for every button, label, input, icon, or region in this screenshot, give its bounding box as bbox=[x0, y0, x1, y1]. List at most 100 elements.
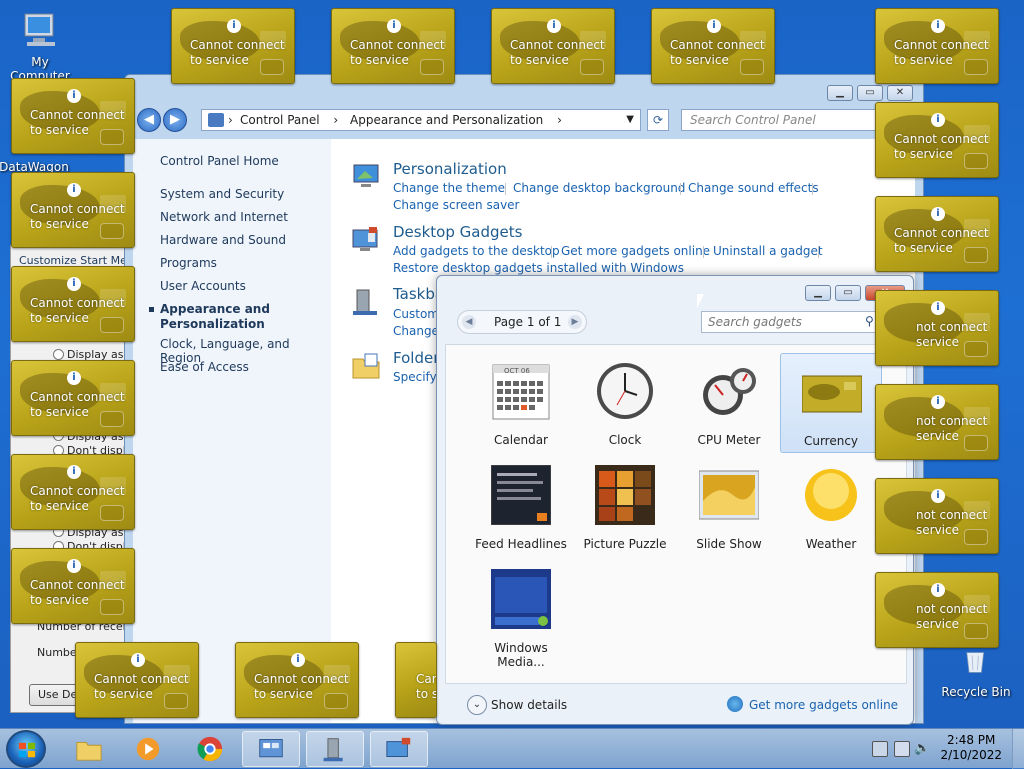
currency-gadget[interactable]: Canto s bbox=[395, 642, 437, 718]
gadget-windows-media-center[interactable]: Windows Media... bbox=[470, 561, 572, 669]
info-icon[interactable]: i bbox=[291, 653, 305, 667]
currency-gadget[interactable]: i not connect service bbox=[875, 290, 999, 366]
currency-gadget[interactable]: i not connect service bbox=[875, 478, 999, 554]
gadget-picture-puzzle[interactable]: Picture Puzzle bbox=[574, 457, 676, 557]
link-customize[interactable]: Customi bbox=[393, 307, 442, 321]
breadcrumb-control-panel[interactable]: Control Panel bbox=[240, 113, 320, 127]
back-button[interactable]: ◀ bbox=[137, 108, 161, 132]
link-change-theme[interactable]: Change the theme bbox=[393, 181, 505, 195]
breadcrumb-appearance[interactable]: Appearance and Personalization bbox=[350, 113, 543, 127]
info-icon[interactable]: i bbox=[931, 301, 945, 315]
link-change-desktop-background[interactable]: Change desktop background bbox=[513, 181, 685, 195]
next-page-icon[interactable]: ▶ bbox=[568, 315, 582, 329]
sidebar-item-hardware[interactable]: Hardware and Sound bbox=[160, 233, 286, 247]
gadget-slide-show[interactable]: Slide Show bbox=[678, 457, 780, 557]
sidebar-item-home[interactable]: Control Panel Home bbox=[160, 154, 279, 168]
link-restore-gadgets[interactable]: Restore desktop gadgets installed with W… bbox=[393, 261, 684, 275]
currency-gadget[interactable]: i Cannot connect to service bbox=[11, 78, 135, 154]
info-icon[interactable]: i bbox=[707, 19, 721, 33]
info-icon[interactable]: i bbox=[547, 19, 561, 33]
address-bar[interactable]: › Control Panel › Appearance and Persona… bbox=[201, 109, 641, 131]
currency-gadget[interactable]: i not connect service bbox=[875, 572, 999, 648]
start-button[interactable] bbox=[6, 730, 46, 768]
desktop-icon-my-computer[interactable]: My Computer bbox=[0, 8, 80, 83]
info-icon[interactable]: i bbox=[387, 19, 401, 33]
volume-icon[interactable]: 🔈 bbox=[914, 741, 930, 757]
restore-button[interactable]: ▭ bbox=[835, 285, 861, 301]
info-icon[interactable]: i bbox=[67, 277, 81, 291]
taskbar-media-player[interactable] bbox=[120, 731, 178, 767]
taskbar-chrome[interactable] bbox=[182, 731, 240, 767]
gadget-cpu-meter[interactable]: CPU Meter bbox=[678, 353, 780, 453]
sidebar-item-appearance[interactable]: Appearance and Personalization bbox=[160, 302, 280, 332]
info-icon[interactable]: i bbox=[931, 395, 945, 409]
show-desktop-button[interactable] bbox=[1012, 729, 1024, 769]
info-icon[interactable]: i bbox=[227, 19, 241, 33]
currency-gadget[interactable]: i not connect service bbox=[875, 384, 999, 460]
info-icon[interactable]: i bbox=[67, 465, 81, 479]
info-icon[interactable]: i bbox=[931, 207, 945, 221]
gadget-weather[interactable]: Weather bbox=[780, 457, 882, 557]
currency-gadget[interactable]: i Cannot connect to service bbox=[875, 196, 999, 272]
minimize-button[interactable]: ▁ bbox=[805, 285, 831, 301]
prev-page-icon[interactable]: ◀ bbox=[462, 315, 476, 329]
show-details-label[interactable]: Show details bbox=[491, 698, 567, 712]
sidebar-item-programs[interactable]: Programs bbox=[160, 256, 217, 270]
info-icon[interactable]: i bbox=[931, 489, 945, 503]
info-icon[interactable]: i bbox=[67, 89, 81, 103]
network-icon[interactable] bbox=[894, 741, 910, 757]
minimize-button[interactable]: ▁ bbox=[827, 85, 853, 101]
dropdown-arrow-icon[interactable]: ▼ bbox=[626, 110, 634, 130]
desktop-gadgets-title[interactable]: Desktop Gadgets bbox=[393, 223, 522, 241]
search-icon[interactable]: ⚲ bbox=[865, 314, 874, 328]
gadget-currency[interactable]: Currency bbox=[780, 353, 882, 453]
info-icon[interactable]: i bbox=[931, 19, 945, 33]
link-change[interactable]: Change bbox=[393, 324, 439, 338]
currency-gadget[interactable]: i Cannot connect to service bbox=[11, 454, 135, 530]
sidebar-item-user-accounts[interactable]: User Accounts bbox=[160, 279, 246, 293]
link-change-screen-saver[interactable]: Change screen saver bbox=[393, 198, 520, 212]
gadget-calendar[interactable]: OCT 06 Calendar bbox=[470, 353, 572, 453]
show-details-button[interactable]: ⌄ bbox=[467, 695, 487, 715]
currency-gadget[interactable]: i Cannot connect to service bbox=[11, 266, 135, 342]
chevron-right-icon[interactable]: › bbox=[557, 113, 562, 127]
taskbar-taskbar-properties[interactable] bbox=[306, 731, 364, 767]
close-button[interactable]: ✕ bbox=[887, 85, 913, 101]
refresh-button[interactable]: ⟳ bbox=[647, 109, 669, 131]
currency-gadget[interactable]: i Cannot connect to service bbox=[171, 8, 295, 84]
info-icon[interactable]: i bbox=[67, 183, 81, 197]
action-center-icon[interactable] bbox=[872, 741, 888, 757]
link-get-more-gadgets[interactable]: Get more gadgets online bbox=[561, 244, 710, 258]
personalization-title[interactable]: Personalization bbox=[393, 160, 507, 178]
chevron-right-icon[interactable]: › bbox=[228, 110, 233, 130]
sidebar-item-system-security[interactable]: System and Security bbox=[160, 187, 284, 201]
info-icon[interactable]: i bbox=[67, 371, 81, 385]
sidebar-item-network[interactable]: Network and Internet bbox=[160, 210, 288, 224]
taskbar-gadgets[interactable] bbox=[370, 731, 428, 767]
taskbar-file-explorer[interactable] bbox=[60, 731, 118, 767]
radio-display-as[interactable] bbox=[53, 349, 64, 360]
currency-gadget[interactable]: i Cannot connect to service bbox=[331, 8, 455, 84]
system-clock[interactable]: 2:48 PM 2/10/2022 bbox=[940, 733, 1002, 763]
currency-gadget[interactable]: i Cannot connect to service bbox=[11, 172, 135, 248]
currency-gadget[interactable]: i Cannot connect to service bbox=[651, 8, 775, 84]
link-uninstall-gadget[interactable]: Uninstall a gadget bbox=[713, 244, 823, 258]
info-icon[interactable]: i bbox=[931, 583, 945, 597]
desktop-icon-recycle-bin[interactable]: Recycle Bin bbox=[936, 648, 1016, 699]
maximize-button[interactable]: ▭ bbox=[857, 85, 883, 101]
link-change-sound-effects[interactable]: Change sound effects bbox=[688, 181, 819, 195]
currency-gadget[interactable]: i Cannot connect to service bbox=[11, 360, 135, 436]
folder-options-title[interactable]: Folder bbox=[393, 349, 439, 367]
gadget-clock[interactable]: Clock bbox=[574, 353, 676, 453]
chevron-right-icon[interactable]: › bbox=[333, 113, 338, 127]
info-icon[interactable]: i bbox=[67, 559, 81, 573]
gadget-feed-headlines[interactable]: Feed Headlines bbox=[470, 457, 572, 557]
currency-gadget[interactable]: i Cannot connect to service bbox=[11, 548, 135, 624]
get-more-gadgets-link[interactable]: Get more gadgets online bbox=[749, 698, 898, 712]
sidebar-item-ease-of-access[interactable]: Ease of Access bbox=[160, 360, 249, 374]
info-icon[interactable]: i bbox=[131, 653, 145, 667]
currency-gadget[interactable]: i Cannot connect to service bbox=[491, 8, 615, 84]
forward-button[interactable]: ▶ bbox=[163, 108, 187, 132]
link-add-gadgets[interactable]: Add gadgets to the desktop bbox=[393, 244, 560, 258]
taskbar-control-panel[interactable] bbox=[242, 731, 300, 767]
